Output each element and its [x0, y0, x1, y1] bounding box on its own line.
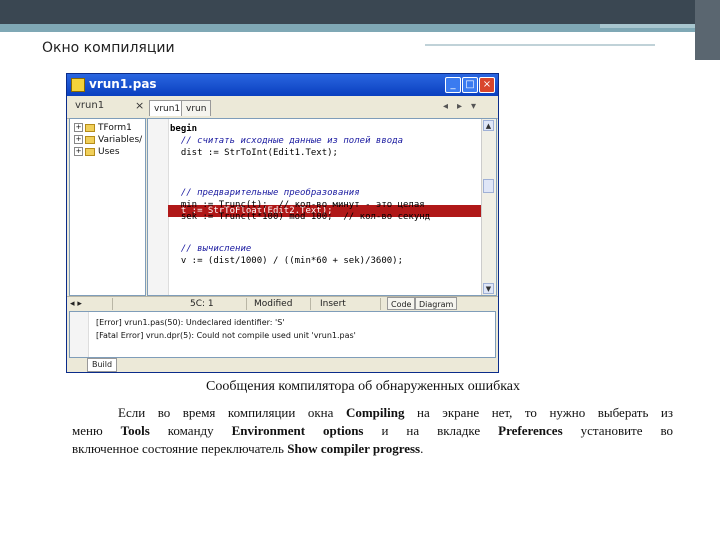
close-button[interactable]: × [479, 77, 495, 93]
ide-window: vrun1.pas _ □ × vrun1 × vrun1 vrun ◂ ▸ ▾… [66, 73, 499, 373]
window-title: vrun1.pas [89, 77, 157, 91]
vertical-scrollbar[interactable]: ▲ ▼ [481, 119, 496, 295]
code-explorer-tree: + TForm1 + Variables/ + Uses [69, 118, 146, 296]
tree-item-uses[interactable]: + Uses [74, 147, 120, 157]
code-line: // предварительные преобразования [170, 188, 360, 198]
paragraph-line: меню Tools команду Environment options и… [72, 423, 674, 438]
close-tab-icon[interactable]: × [135, 99, 144, 112]
editor-gutter [148, 119, 169, 295]
expand-icon[interactable]: + [74, 135, 83, 144]
scroll-down-icon[interactable]: ▼ [483, 283, 494, 294]
tree-item-tform1[interactable]: + TForm1 [74, 123, 132, 133]
folder-icon [85, 147, 95, 156]
tree-item-variables[interactable]: + Variables/ [74, 135, 142, 145]
paragraph-line: включенное состояние переключатель Show … [72, 441, 424, 456]
expand-icon[interactable]: + [74, 147, 83, 156]
editor-statusbar: ◂ ▸ 5C: 1 Modified Insert Code Diagram [67, 296, 498, 311]
folder-icon [85, 123, 95, 132]
slide-accent-bar [0, 24, 695, 32]
messages-gutter [70, 312, 89, 357]
insert-mode-indicator: Insert [317, 298, 381, 310]
toolbar-unit-label: vrun1 [75, 100, 105, 111]
body-paragraph: Если во время компиляции окна Compiling … [72, 404, 673, 458]
modified-indicator: Modified [251, 298, 311, 310]
slide-title: Окно компиляции [42, 40, 175, 56]
window-titlebar[interactable]: vrun1.pas _ □ × [67, 74, 498, 96]
editor-toolbar: vrun1 × vrun1 vrun ◂ ▸ ▾ [67, 96, 498, 119]
code-line: v := (dist/1000) / ((min*60 + sek)/3600)… [170, 256, 403, 266]
slide-accent-bar-light [600, 24, 695, 28]
code-editor[interactable]: begin // считать исходные данные из поле… [147, 118, 497, 296]
nav-arrows[interactable]: ◂ ▸ [67, 298, 113, 310]
tab-vrun[interactable]: vrun [181, 100, 212, 116]
dropdown-icon[interactable]: ▾ [471, 101, 476, 112]
scroll-up-icon[interactable]: ▲ [483, 120, 494, 131]
cursor-position: 5C: 1 [187, 298, 247, 310]
code-line: sek := Trunc(t*100) mod 100; // кол-во с… [170, 212, 431, 222]
code-line: begin [170, 124, 198, 134]
code-line: // считать исходные данные из полей ввод… [170, 136, 403, 146]
expand-icon[interactable]: + [74, 123, 83, 132]
code-line: // вычисление [170, 244, 252, 254]
message-item[interactable]: [Error] vrun1.pas(50): Undeclared identi… [96, 318, 284, 327]
build-tab[interactable]: Build [87, 358, 118, 372]
folder-icon [85, 135, 95, 144]
slide-corner-decoration [695, 0, 720, 60]
code-line: min := Trunc(t); // кол-во минут - это ц… [170, 200, 425, 210]
tab-vrun1[interactable]: vrun1 [149, 100, 186, 116]
maximize-button[interactable]: □ [462, 77, 478, 93]
figure-caption: Сообщения компилятора об обнаруженных ош… [206, 379, 520, 394]
minimize-button[interactable]: _ [445, 77, 461, 93]
tab-diagram[interactable]: Diagram [415, 297, 458, 310]
code-line: dist := StrToInt(Edit1.Text); [170, 148, 338, 158]
tab-code[interactable]: Code [387, 297, 416, 310]
messages-pane: [Error] vrun1.pas(50): Undeclared identi… [69, 311, 496, 358]
title-rule [425, 44, 655, 46]
app-icon [71, 78, 85, 92]
slide-top-bar [0, 0, 720, 24]
scroll-thumb[interactable] [483, 179, 494, 193]
paragraph-line: Если во время компиляции окна Compiling … [118, 405, 673, 420]
forward-arrow-icon[interactable]: ▸ [457, 101, 462, 112]
message-item[interactable]: [Fatal Error] vrun.dpr(5): Could not com… [96, 331, 356, 340]
back-arrow-icon[interactable]: ◂ [443, 101, 448, 112]
